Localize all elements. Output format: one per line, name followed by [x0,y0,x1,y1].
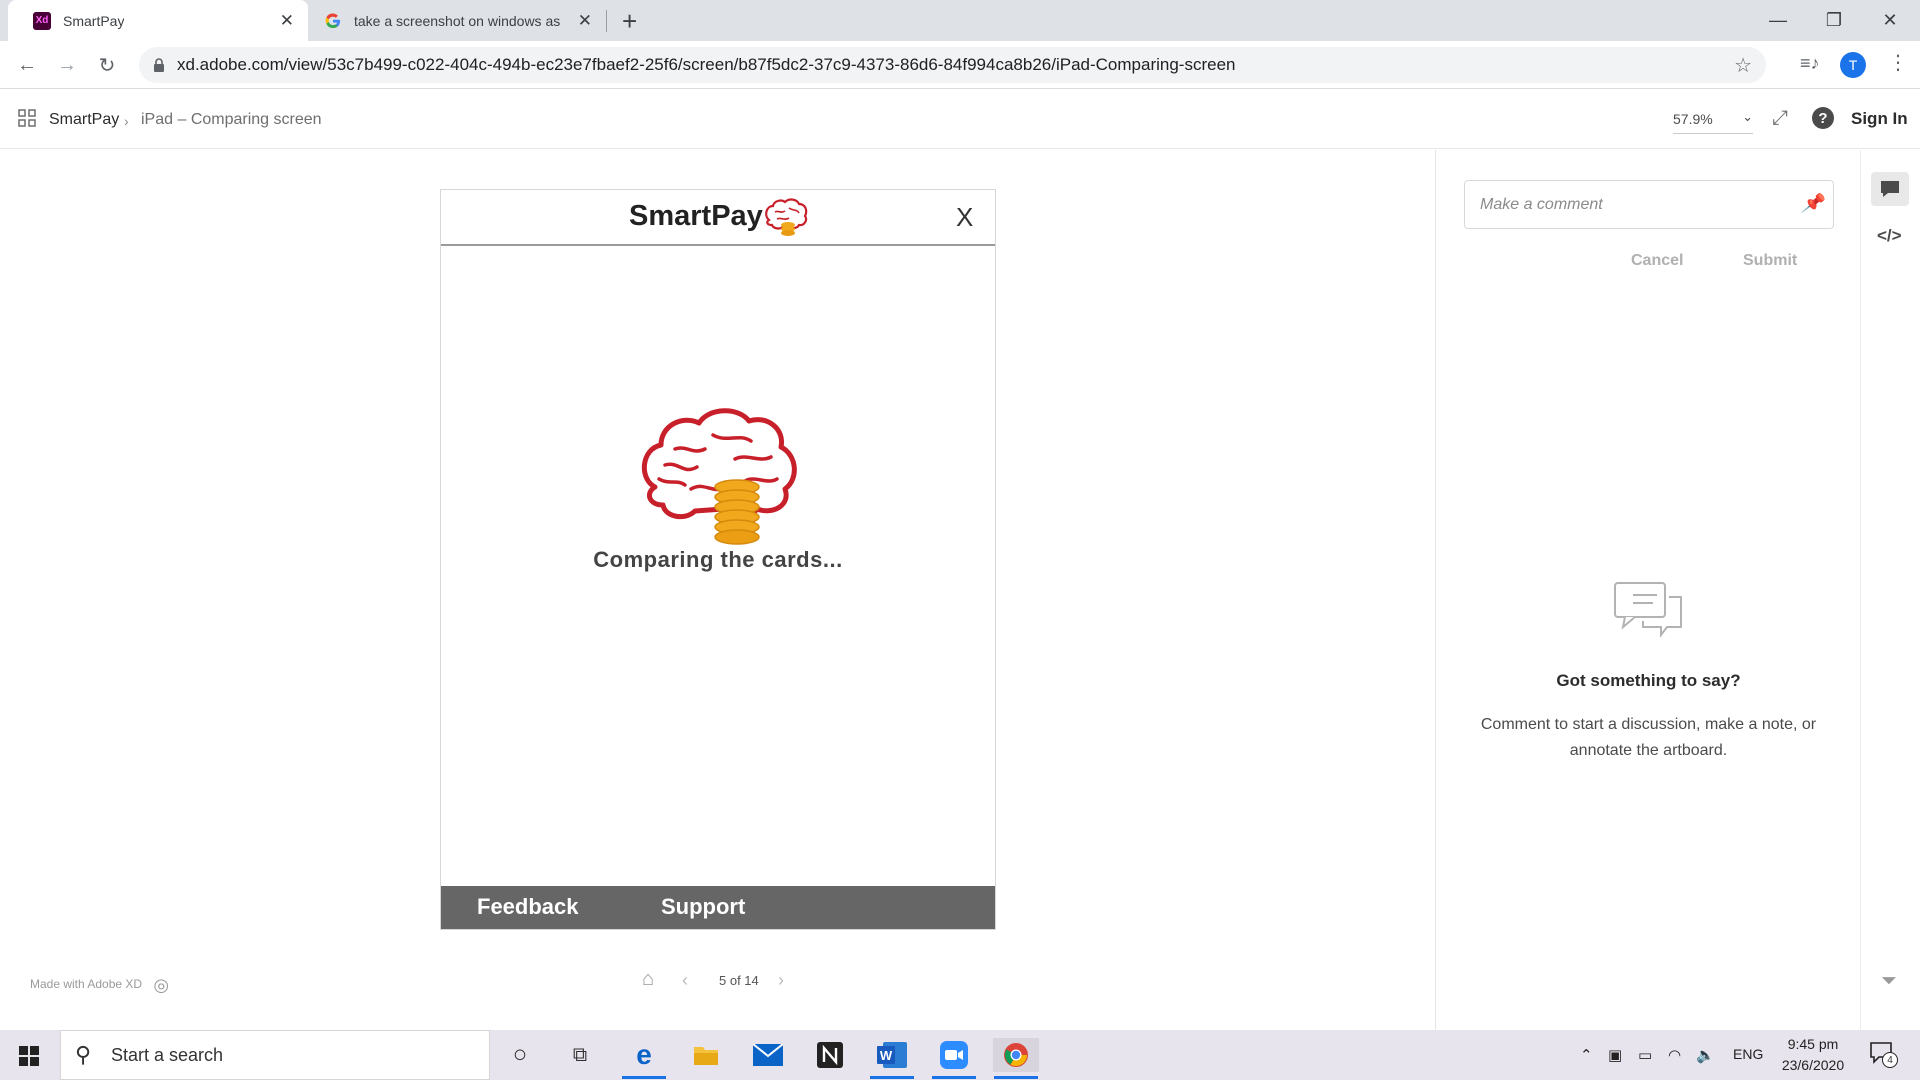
support-button[interactable]: Support [661,894,745,920]
right-rail: </> ⏷ [1860,150,1920,1030]
next-screen-icon[interactable]: › [778,970,784,991]
taskbar-search-box[interactable]: ⚲ Start a search [60,1030,490,1080]
show-hidden-icons-icon[interactable]: ⌃ [1580,1046,1593,1064]
zoom-select[interactable]: 57.9% ⌄ [1673,109,1753,134]
empty-state-title: Got something to say? [1556,671,1741,690]
battery-icon[interactable]: ▭ [1638,1046,1652,1064]
wifi-icon[interactable]: ◠ [1668,1046,1681,1064]
word-active-indicator [870,1076,914,1079]
word-icon[interactable]: W [875,1038,909,1072]
clock-date: 23/6/2020 [1781,1057,1845,1073]
home-icon[interactable]: ⌂ [642,968,654,991]
comparing-status-text: Comparing the cards... [593,547,843,572]
breadcrumb-root[interactable]: SmartPay [49,111,119,129]
pin-icon[interactable]: 📌 [1801,193,1823,214]
adobe-xd-icon: Xd [33,11,51,30]
new-tab-icon[interactable]: + [622,6,637,37]
windows-taskbar: ⚲ Start a search ○ ⧉ e W ⌃ ▣ ▭ ◠ 🔈 ENG 9… [0,1030,1920,1080]
restore-icon[interactable]: ❐ [1806,0,1862,41]
coin-stack-icon [714,479,760,545]
browser-toolbar: ← → ↻ xd.adobe.com/view/53c7b499-c022-40… [0,41,1920,89]
chrome-taskbar-icon[interactable] [993,1038,1039,1072]
task-view-icon[interactable]: ⧉ [563,1038,597,1072]
artboard-header: SmartPay X [441,190,995,246]
lock-icon [154,58,164,72]
back-icon[interactable]: ← [13,51,41,79]
minimize-icon[interactable]: — [1750,0,1806,41]
tab-divider [606,10,607,32]
close-tab-icon[interactable]: ✕ [578,11,592,31]
volume-icon[interactable]: 🔈 [1696,1046,1715,1064]
comment-placeholder: Make a comment [1480,196,1603,213]
breadcrumb-separator-icon: › [124,113,129,129]
google-icon [324,12,342,30]
grid-view-icon[interactable] [18,109,36,127]
comment-input[interactable]: Make a comment 📌 [1464,180,1834,229]
fullscreen-icon[interactable]: ⤢ [1772,107,1788,130]
forward-icon[interactable]: → [53,51,81,79]
artboard-footer: Feedback Support [441,886,995,929]
address-bar[interactable]: xd.adobe.com/view/53c7b499-c022-404c-494… [139,47,1766,83]
brain-coins-illustration [641,408,797,545]
notification-count: 4 [1882,1052,1898,1068]
window-close-icon[interactable]: ✕ [1862,0,1918,41]
taskbar-search-placeholder: Start a search [111,1045,224,1065]
cortana-icon[interactable]: ○ [503,1038,537,1072]
edge-active-indicator [622,1076,666,1079]
svg-text:W: W [880,1048,893,1063]
made-with-text: Made with Adobe XD [30,977,143,991]
edge-icon[interactable]: e [627,1038,661,1072]
comment-panel: Make a comment 📌 Cancel Submit Got somet… [1435,150,1860,1030]
creative-cloud-icon: ◎ [153,975,170,995]
smartpay-brain-logo-icon [765,198,808,236]
language-indicator[interactable]: ENG [1733,1046,1763,1062]
chrome-menu-icon[interactable]: ⋮ [1888,50,1908,75]
cancel-button[interactable]: Cancel [1631,252,1683,270]
zoom-active-indicator [932,1076,976,1079]
profile-avatar[interactable]: T [1840,52,1866,78]
speech-bubbles-icon [1614,582,1682,638]
chrome-active-indicator [994,1076,1038,1079]
tab-google-search[interactable]: take a screenshot on windows as ✕ [310,0,606,41]
network-drive-icon[interactable]: ▣ [1608,1046,1622,1064]
artboard-ipad-comparing: SmartPay X Comparing the cards... Feedba… [440,189,996,930]
tab-title: take a screenshot on windows as [354,12,561,29]
sign-in-button[interactable]: Sign In [1851,109,1908,129]
feedback-button[interactable]: Feedback [477,894,579,920]
code-view-icon[interactable]: </> [1877,226,1902,246]
windows-start-icon[interactable] [19,1046,39,1066]
notion-icon[interactable] [813,1038,847,1072]
made-with-xd-label[interactable]: Made with Adobe XD ◎ [30,975,169,996]
clock-time: 9:45 pm [1787,1036,1839,1052]
close-button[interactable]: X [956,202,973,233]
previous-screen-icon[interactable]: ‹ [682,970,688,991]
filter-icon[interactable]: ⏷ [1881,970,1897,993]
breadcrumb-current: iPad – Comparing screen [141,111,322,128]
browser-tab-strip: Xd SmartPay ✕ take a screenshot on windo… [0,0,1920,41]
search-icon: ⚲ [75,1042,92,1067]
zoom-value: 57.9% [1673,111,1713,127]
mail-icon[interactable] [751,1038,785,1072]
screen-pager: ⌂ ‹ 5 of 14 › [640,968,800,994]
action-center-icon[interactable]: 4 [1870,1042,1898,1069]
tab-smartpay[interactable]: Xd SmartPay ✕ [8,0,308,41]
submit-button[interactable]: Submit [1743,252,1797,270]
taskbar-clock[interactable]: 9:45 pm 23/6/2020 [1768,1034,1858,1076]
empty-state-description: Comment to start a discussion, make a no… [1480,716,1817,759]
help-icon[interactable]: ? [1812,107,1834,129]
xd-header: SmartPay › iPad – Comparing screen 57.9%… [0,89,1920,149]
app-logo-text: SmartPay [629,200,763,232]
reload-icon[interactable]: ↻ [93,51,121,79]
close-tab-icon[interactable]: ✕ [280,11,294,31]
bookmark-star-icon[interactable]: ☆ [1734,53,1752,78]
zoom-app-icon[interactable] [937,1038,971,1072]
tab-title: SmartPay [63,12,125,29]
chevron-down-icon: ⌄ [1742,109,1753,124]
url-text: xd.adobe.com/view/53c7b499-c022-404c-494… [177,55,1236,74]
page-counter: 5 of 14 [719,973,759,988]
comments-tab-icon[interactable] [1871,172,1909,206]
media-control-icon[interactable]: ≡♪ [1800,53,1820,74]
file-explorer-icon[interactable] [689,1038,723,1072]
